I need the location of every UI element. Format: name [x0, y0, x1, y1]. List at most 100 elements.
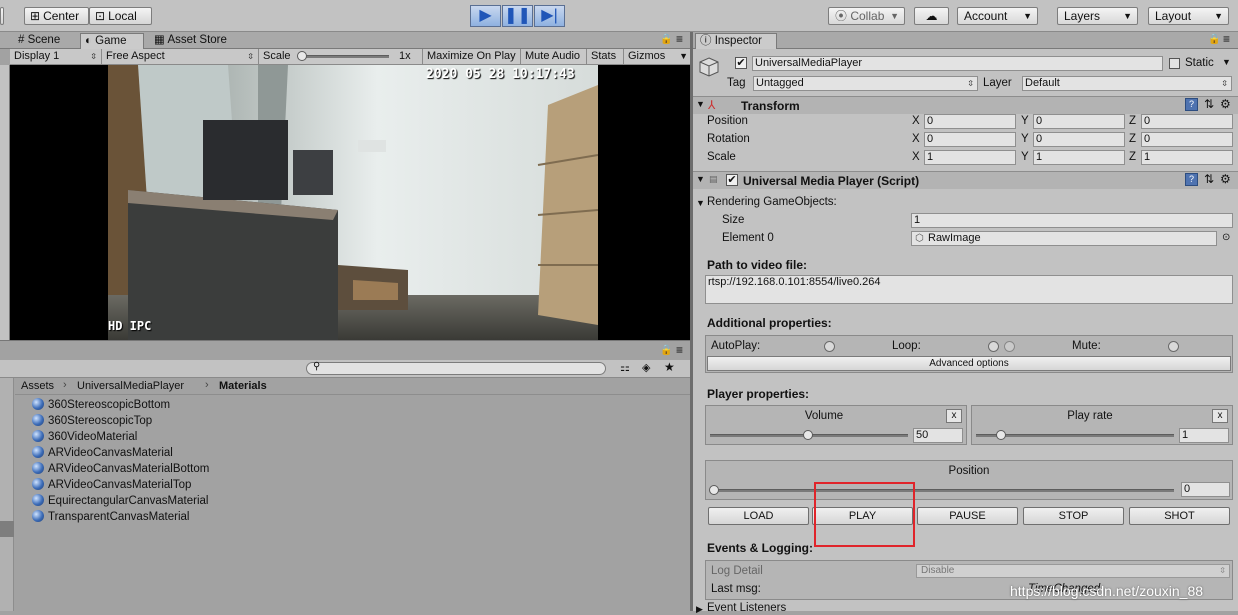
display-dropdown[interactable]: Display 1 ⇳ [10, 49, 102, 64]
volume-slider-knob[interactable] [803, 430, 813, 440]
foldout-arrow-icon[interactable]: ▼ [696, 198, 705, 208]
layer-dropdown[interactable]: Default ⇳ [1022, 76, 1232, 91]
layers-dropdown[interactable]: Layers ▼ [1057, 7, 1138, 25]
breadcrumb: Assets › UniversalMediaPlayer › Material… [15, 378, 690, 395]
size-field[interactable]: 1 [911, 213, 1233, 228]
pause-button[interactable]: ❚❚ [502, 5, 533, 27]
collab-dropdown[interactable]: ⦿ Collab ▼ [828, 7, 905, 25]
scene-tab-bar: # Scene ◐ Game ▦ Asset Store 🔒 ≡ [0, 32, 690, 49]
video-frame: 2020 05 28 10:17:43 HD IPC [108, 65, 598, 340]
tag-dropdown[interactable]: Untagged ⇳ [753, 76, 978, 91]
account-dropdown[interactable]: Account ▼ [957, 7, 1038, 25]
breadcrumb-assets[interactable]: Assets [21, 380, 54, 392]
active-checkbox[interactable]: ✔ [735, 57, 747, 69]
aspect-dropdown[interactable]: Free Aspect ⇳ [102, 49, 259, 64]
transform-z-field[interactable]: 0 [1141, 132, 1233, 147]
mute-audio-toggle[interactable]: Mute Audio [521, 49, 587, 64]
list-item[interactable]: EquirectangularCanvasMaterial [32, 494, 208, 507]
lock-icon[interactable]: 🔒 [1208, 34, 1220, 45]
transform-x-field[interactable]: 0 [924, 132, 1016, 147]
cloud-button[interactable]: ☁ [914, 7, 949, 25]
loop-toggle[interactable] [988, 341, 999, 352]
play-button[interactable]: ▶ [470, 5, 501, 27]
script-header[interactable]: ▼ ▤ ✔ Universal Media Player (Script) ? … [693, 171, 1238, 189]
playrate-reset-button[interactable]: x [1212, 409, 1228, 423]
menu-icon[interactable]: ≡ [1223, 32, 1230, 46]
hand-tool-button[interactable] [0, 7, 4, 25]
static-checkbox[interactable] [1169, 58, 1180, 69]
gizmos-dropdown[interactable]: Gizmos ▼ [624, 49, 690, 64]
load-button[interactable]: LOAD [708, 507, 809, 525]
help-book-icon[interactable]: ? [1185, 98, 1198, 111]
position-slider-knob[interactable] [709, 485, 719, 495]
playrate-slider-knob[interactable] [996, 430, 1006, 440]
transform-z-field[interactable]: 0 [1141, 114, 1233, 129]
transform-y-field[interactable]: 1 [1033, 150, 1125, 165]
gear-icon[interactable]: ⚙ [1220, 172, 1231, 186]
log-detail-dropdown[interactable]: Disable ⇳ [916, 564, 1230, 578]
game-viewport[interactable]: 2020 05 28 10:17:43 HD IPC [10, 65, 690, 340]
object-name-field[interactable]: UniversalMediaPlayer [752, 56, 1163, 71]
pivot-local-button[interactable]: ⊡ Local [89, 7, 152, 25]
stop-video-button[interactable]: STOP [1023, 507, 1124, 525]
material-sphere-icon [32, 446, 44, 458]
breadcrumb-materials[interactable]: Materials [219, 380, 267, 392]
tree-selected-row[interactable] [0, 521, 14, 537]
filter-by-label-icon[interactable]: ◈ [642, 361, 650, 374]
list-item[interactable]: ARVideoCanvasMaterialTop [32, 478, 191, 491]
menu-icon[interactable]: ≡ [676, 32, 683, 46]
help-book-icon[interactable]: ? [1185, 173, 1198, 186]
loop-toggle-secondary[interactable] [1004, 341, 1015, 352]
gear-icon[interactable]: ⚙ [1220, 97, 1231, 111]
lock-icon[interactable]: 🔒 [660, 34, 672, 45]
mute-toggle[interactable] [1168, 341, 1179, 352]
lock-icon[interactable]: 🔒 [660, 345, 672, 356]
project-search-input[interactable]: ⚲ [306, 361, 606, 375]
preset-icon[interactable]: ⇅ [1204, 172, 1214, 186]
favorite-star-icon[interactable]: ★ [664, 360, 675, 374]
transform-y-field[interactable]: 0 [1033, 132, 1125, 147]
tab-inspector[interactable]: ⓘ Inspector [695, 33, 777, 49]
list-item[interactable]: TransparentCanvasMaterial [32, 510, 189, 523]
transform-x-field[interactable]: 1 [924, 150, 1016, 165]
list-item[interactable]: 360StereoscopicTop [32, 414, 152, 427]
pause-video-button[interactable]: PAUSE [917, 507, 1018, 525]
transform-x-field[interactable]: 0 [924, 114, 1016, 129]
position-slider-track[interactable] [712, 489, 1174, 492]
transform-y-field[interactable]: 0 [1033, 114, 1125, 129]
breadcrumb-universalmediaplayer[interactable]: UniversalMediaPlayer [77, 380, 184, 392]
pivot-center-button[interactable]: ⊞ Center [24, 7, 89, 25]
object-picker-icon[interactable]: ⊙ [1222, 232, 1230, 243]
element-object-field[interactable]: ⬡ RawImage [911, 231, 1217, 246]
scale-slider-knob[interactable] [297, 51, 307, 61]
shot-button[interactable]: SHOT [1129, 507, 1230, 525]
transform-header[interactable]: ▼ ⅄ Transform ? ⇅ ⚙ [693, 96, 1238, 114]
preset-icon[interactable]: ⇅ [1204, 97, 1214, 111]
tab-asset-store[interactable]: ▦ Asset Store [150, 33, 231, 49]
autoplay-toggle[interactable] [824, 341, 835, 352]
stats-toggle[interactable]: Stats [587, 49, 624, 64]
step-button[interactable]: ▶| [534, 5, 565, 27]
list-item[interactable]: 360VideoMaterial [32, 430, 137, 443]
foldout-arrow-icon[interactable]: ▶ [696, 604, 703, 615]
volume-reset-button[interactable]: x [946, 409, 962, 423]
volume-field[interactable]: 50 [913, 428, 963, 443]
maximize-on-play-toggle[interactable]: Maximize On Play [423, 49, 521, 64]
tab-game[interactable]: ◐ Game [80, 33, 144, 49]
transform-z-field[interactable]: 1 [1141, 150, 1233, 165]
scale-slider-track[interactable] [299, 55, 389, 58]
filter-by-type-icon[interactable]: ⚏ [620, 361, 630, 374]
loop-label: Loop: [892, 340, 921, 352]
playrate-field[interactable]: 1 [1179, 428, 1229, 443]
path-input[interactable]: rtsp://192.168.0.101:8554/live0.264 [705, 275, 1233, 304]
list-item[interactable]: 360StereoscopicBottom [32, 398, 170, 411]
menu-icon[interactable]: ≡ [676, 343, 683, 357]
script-enabled-checkbox[interactable]: ✔ [726, 174, 738, 186]
advanced-options-button[interactable]: Advanced options [707, 356, 1231, 371]
tab-scene[interactable]: # Scene [14, 33, 64, 49]
layout-dropdown[interactable]: Layout ▼ [1148, 7, 1229, 25]
position-field[interactable]: 0 [1181, 482, 1230, 497]
list-item[interactable]: ARVideoCanvasMaterialBottom [32, 462, 209, 475]
list-item[interactable]: ARVideoCanvasMaterial [32, 446, 173, 459]
chevron-down-icon[interactable]: ▼ [1222, 57, 1231, 67]
